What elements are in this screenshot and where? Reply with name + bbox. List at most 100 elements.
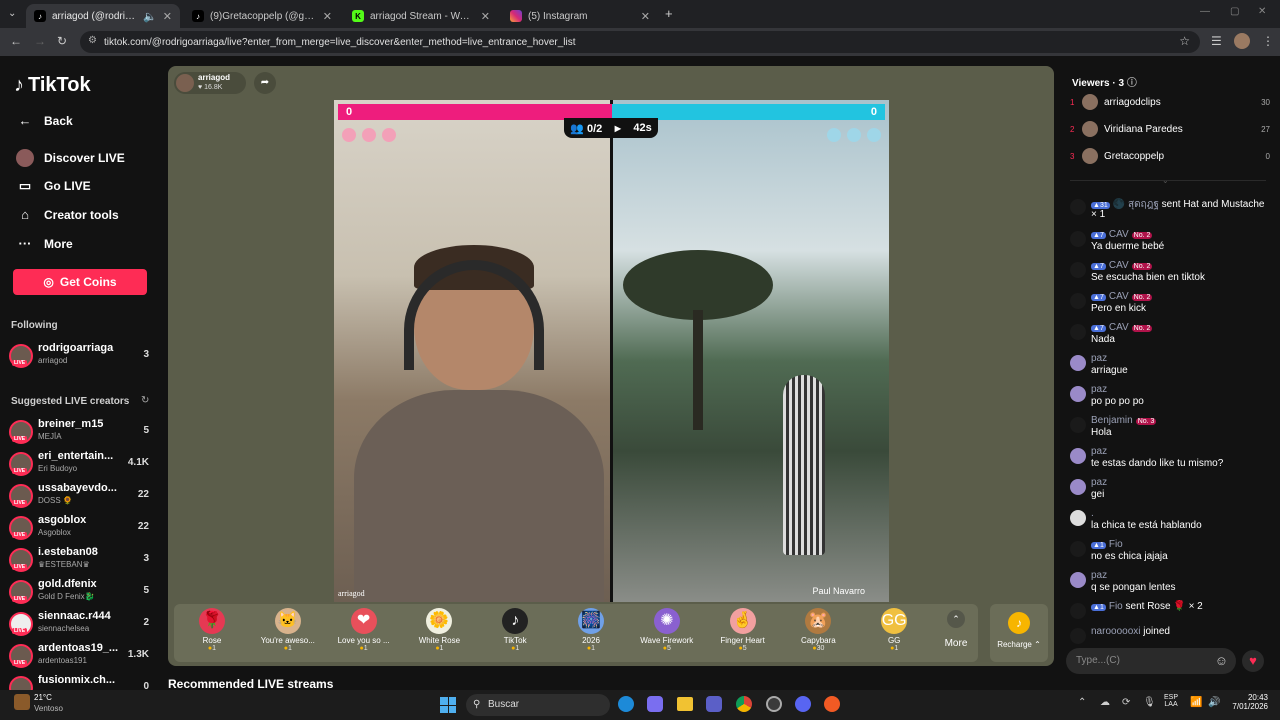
new-tab-icon[interactable]: +	[665, 6, 673, 21]
suggested-creator-item[interactable]: LIVE breiner_m15 MEJÍA 5	[9, 417, 151, 447]
chat-message[interactable]: Benjamin No. 3 Hola	[1070, 415, 1270, 443]
recharge-button[interactable]: ♪ Recharge ⌃	[990, 604, 1048, 662]
suggested-creator-item[interactable]: LIVE i.esteban08 ♛ESTEBAN♛ 3	[9, 545, 151, 575]
forward-arrow-icon[interactable]: →	[34, 34, 46, 48]
chat-message[interactable]: . la chica te está hablando	[1070, 508, 1270, 536]
teams-icon[interactable]	[706, 696, 722, 712]
chat-message[interactable]: paz gei	[1070, 477, 1270, 505]
tab-kick[interactable]: K arriagod Stream - Watch Live on Kick ✕	[344, 4, 498, 28]
chat-message[interactable]: paz te estas dando like tu mismo?	[1070, 446, 1270, 474]
chat-message[interactable]: ▲1 Fio no es chica jajaja	[1070, 539, 1270, 567]
suggested-creator-item[interactable]: LIVE gold.dfenix Gold D Fenix🐉 5	[9, 577, 151, 607]
extensions-icon[interactable]: ☰	[1211, 34, 1222, 48]
tray-mic-icon[interactable]: 🎙	[1143, 697, 1156, 708]
host-info[interactable]: arriagod ♥ 16.8K	[174, 72, 246, 94]
language-indicator[interactable]: ESP LAA	[1164, 694, 1178, 708]
gift-item[interactable]: 🌹 Rose ●1	[174, 604, 250, 662]
following-item[interactable]: LIVE rodrigoarriaga arriagod 3	[9, 341, 151, 371]
tiktok-logo[interactable]: ♪ TikTok	[14, 74, 91, 97]
volume-icon[interactable]: 🔊	[1208, 697, 1220, 708]
reload-icon[interactable]: ↻	[57, 34, 67, 48]
chat-message[interactable]: paz arriague	[1070, 353, 1270, 381]
site-info-icon[interactable]: ⚙	[88, 35, 97, 46]
chat-message[interactable]: ▲7 CAV No. 2 Pero en kick	[1070, 291, 1270, 319]
mute-icon[interactable]: 🔈	[143, 10, 157, 23]
tab-search-icon[interactable]: ⌄	[8, 8, 16, 19]
gift-price: ●1	[326, 645, 402, 652]
left-supporters	[342, 128, 396, 142]
edge-icon[interactable]	[618, 696, 634, 712]
get-coins-button[interactable]: ◎ Get Coins	[13, 269, 147, 295]
suggested-creator-item[interactable]: LIVE siennaac.r444 siennachelsea 2	[9, 609, 151, 639]
suggested-creator-item[interactable]: LIVE ussabayevdo... DOSS 🌻 22	[9, 481, 151, 511]
tab-instagram[interactable]: (5) Instagram ✕	[502, 4, 658, 28]
file-explorer-icon[interactable]	[677, 697, 693, 711]
chat-message[interactable]: ▲7 CAV No. 2 Se escucha bien en tiktok	[1070, 260, 1270, 288]
chat-avatar	[1070, 199, 1086, 215]
gift-item[interactable]: 🌼 White Rose ●1	[401, 604, 477, 662]
suggested-creator-item[interactable]: LIVE asgoblox Asgoblox 22	[9, 513, 151, 543]
chat-input[interactable]: Type...(C) ☺	[1066, 648, 1236, 674]
gift-item[interactable]: 🎆 2026 ●1	[553, 604, 629, 662]
maximize-icon[interactable]: ▢	[1230, 6, 1239, 17]
nav-go-live[interactable]: ▭ Go LIVE	[16, 178, 91, 194]
chat-message[interactable]: ▲1 Fio sent Rose 🌹 × 2	[1070, 601, 1270, 629]
bookmark-star-icon[interactable]: ☆	[1179, 34, 1190, 48]
chat-message[interactable]: ▲7 CAV No. 2 Ya duerme bebé	[1070, 229, 1270, 257]
gift-more-button[interactable]: ⌃ More	[936, 610, 976, 649]
chat-message[interactable]: ▲7 CAV No. 2 Nada	[1070, 322, 1270, 350]
gift-item[interactable]: 🤞 Finger Heart ●5	[705, 604, 781, 662]
ea-icon[interactable]	[824, 696, 840, 712]
clock[interactable]: 20:43 7/01/2026	[1230, 693, 1268, 711]
tray-chevron-icon[interactable]: ⌃	[1078, 697, 1086, 708]
chat-text: la chica te está hablando	[1091, 520, 1202, 531]
gift-item[interactable]: ♪ TikTok ●1	[477, 604, 553, 662]
profile-avatar[interactable]	[1234, 33, 1250, 49]
weather-temp[interactable]: 21°C	[34, 693, 52, 702]
tab-arriagod[interactable]: ♪ arriagod (@rodrigoarriaga) 🔈 ✕	[26, 4, 180, 28]
gift-item[interactable]: GG GG ●1	[856, 604, 932, 662]
viewer-row[interactable]: 2 Viridiana Paredes 27	[1070, 119, 1270, 139]
gift-item[interactable]: ✺ Wave Firework ●5	[629, 604, 705, 662]
window-close-icon[interactable]: ✕	[1258, 6, 1266, 17]
menu-kebab-icon[interactable]: ⋮	[1262, 34, 1274, 48]
viewer-row[interactable]: 1 arriagodclips 30	[1070, 92, 1270, 112]
info-icon[interactable]: ⓘ	[1127, 78, 1137, 89]
chat-message[interactable]: paz q se pongan lentes	[1070, 570, 1270, 598]
chrome-icon[interactable]	[736, 696, 752, 712]
url-input[interactable]: ⚙ tiktok.com/@rodrigoarriaga/live?enter_…	[80, 31, 1200, 53]
wifi-icon[interactable]: 📶	[1190, 697, 1202, 708]
chat-message[interactable]: paz po po po po	[1070, 384, 1270, 412]
chat-message[interactable]: ▲31 🌑 สุดฤฎฐ sent Hat and Mustache × 1	[1070, 197, 1270, 225]
tab-gretacoppelp[interactable]: ♪ (9)Gretacoppelp (@gretacoppelp) ✕	[184, 4, 340, 28]
battle-status[interactable]: 👥 0/2 ▶ 42s	[564, 118, 658, 138]
copilot-icon[interactable]	[647, 696, 663, 712]
like-heart-button[interactable]: ♥	[1242, 650, 1264, 672]
refresh-icon[interactable]: ↻	[141, 395, 149, 406]
nav-discover-live[interactable]: Discover LIVE	[16, 149, 125, 167]
emoji-icon[interactable]: ☺	[1215, 648, 1228, 674]
live-badge: LIVE	[12, 660, 28, 666]
back-arrow-icon[interactable]: ←	[10, 34, 22, 48]
tray-cloud-icon[interactable]: ☁	[1100, 697, 1110, 708]
close-icon[interactable]: ✕	[641, 10, 650, 23]
minimize-icon[interactable]: —	[1200, 6, 1210, 17]
windows-start-icon[interactable]	[440, 697, 456, 713]
share-icon[interactable]: ➦	[254, 72, 276, 94]
discord-icon[interactable]	[795, 696, 811, 712]
nav-creator-tools[interactable]: ⌂ Creator tools	[16, 207, 119, 222]
close-icon[interactable]: ✕	[323, 10, 332, 23]
taskbar-search[interactable]: ⚲ Buscar	[466, 694, 610, 716]
nav-more[interactable]: ··· More	[16, 236, 73, 251]
suggested-creator-item[interactable]: LIVE eri_entertain... Eri Budoyo 4.1K	[9, 449, 151, 479]
gift-item[interactable]: 🐱 You're aweso... ●1	[250, 604, 326, 662]
close-icon[interactable]: ✕	[481, 10, 490, 23]
back-button[interactable]: ← Back	[16, 113, 73, 128]
app-icon[interactable]	[766, 696, 782, 712]
close-icon[interactable]: ✕	[163, 10, 172, 23]
viewer-row[interactable]: 3 Gretacoppelp 0	[1070, 146, 1270, 166]
gift-item[interactable]: 🐹 Capybara ●30	[780, 604, 856, 662]
gift-item[interactable]: ❤ Love you so ... ●1	[326, 604, 402, 662]
suggested-creator-item[interactable]: LIVE ardentoas19_... ardentoas191 1.3K	[9, 641, 151, 671]
tray-sync-icon[interactable]: ⟳	[1122, 697, 1130, 708]
